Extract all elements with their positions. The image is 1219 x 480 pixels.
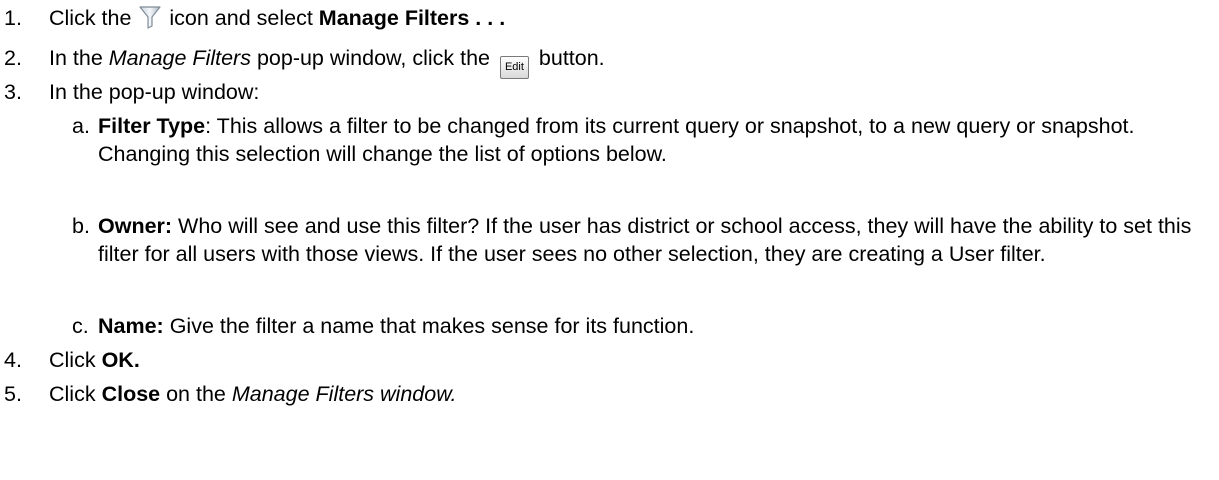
step-3: 3. In the pop-up window:: [4, 78, 1219, 106]
step-number: 3.: [4, 80, 22, 104]
step-text: Click the: [49, 6, 138, 30]
step-text: In the pop-up window:: [49, 80, 260, 104]
step-number: 2.: [4, 46, 22, 70]
step-number: 5.: [4, 382, 22, 406]
step-text: Click: [49, 382, 102, 406]
step-italic-text: Manage Filters: [108, 46, 251, 70]
step-text: pop-up window, click the: [250, 46, 496, 70]
sub-item-letter: b.: [72, 214, 90, 238]
sub-item-c: c. Name: Give the filter a name that mak…: [72, 312, 1213, 340]
sub-item-text: Who will see and use this filter? If the…: [98, 214, 1192, 266]
filter-funnel-icon: [139, 5, 162, 36]
sub-item-text: Give the filter a name that makes sense …: [163, 314, 695, 338]
sub-item-letter: a.: [72, 114, 90, 138]
step-text: on the: [160, 382, 232, 406]
step-bold-text: OK.: [101, 348, 140, 372]
step-text: Click: [49, 348, 102, 372]
step-number: 4.: [4, 348, 22, 372]
sub-item-bold-text: Name:: [98, 314, 164, 338]
step-italic-text: Manage Filters window.: [231, 382, 457, 406]
sub-item-bold-text: Owner:: [98, 214, 173, 238]
instruction-document: 1. Click the icon and select Manage Filte…: [0, 0, 1219, 480]
step-text: icon and select: [163, 6, 319, 30]
step-1: 1. Click the icon and select Manage Filte…: [4, 4, 1219, 36]
step-bold-text: Close: [101, 382, 161, 406]
sub-item-bold-text: Filter Type: [98, 114, 206, 138]
step-number: 1.: [4, 6, 22, 30]
step-text: In the: [49, 46, 109, 70]
step-2: 2. In the Manage Filters pop-up window, c…: [4, 44, 1219, 79]
step-5: 5. Click Close on the Manage Filters wind…: [4, 380, 1219, 408]
edit-button[interactable]: Edit: [499, 56, 529, 79]
sub-item-b: b. Owner: Who will see and use this filt…: [72, 212, 1213, 268]
sub-item-letter: c.: [72, 314, 89, 338]
step-4: 4. Click OK.: [4, 346, 1219, 374]
sub-item-a: a. Filter Type: This allows a filter to …: [72, 112, 1213, 168]
step-bold-text: Manage Filters . . .: [318, 6, 506, 30]
sub-item-text: : This allows a filter to be changed fro…: [98, 114, 1135, 166]
step-text: button.: [532, 46, 605, 70]
